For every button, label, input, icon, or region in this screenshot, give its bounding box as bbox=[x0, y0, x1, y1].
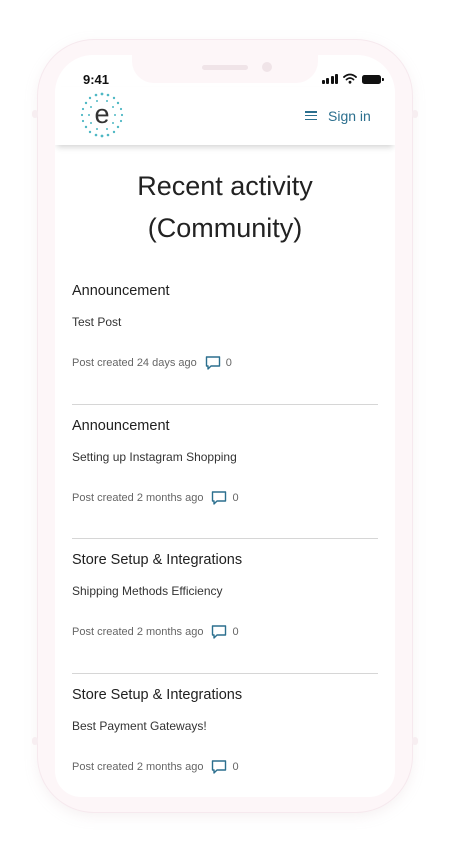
comment-count: 0 bbox=[232, 760, 239, 773]
speaker bbox=[202, 65, 248, 70]
post-category[interactable]: Announcement bbox=[72, 418, 170, 434]
hamburger-icon[interactable] bbox=[305, 111, 317, 120]
logo[interactable]: e bbox=[77, 90, 127, 140]
post-category[interactable]: Store Setup & Integrations bbox=[72, 552, 242, 568]
post-category[interactable]: Announcement bbox=[72, 283, 170, 299]
camera bbox=[262, 62, 272, 72]
sign-in-link[interactable]: Sign in bbox=[328, 108, 371, 124]
phone-screen: 9:41 e Sign in Recent activity (Communit… bbox=[55, 55, 395, 797]
phone-side-button bbox=[32, 110, 38, 118]
phone-side-button bbox=[412, 110, 418, 118]
battery-icon bbox=[362, 75, 384, 84]
wifi-icon bbox=[343, 73, 357, 84]
status-time: 9:41 bbox=[83, 72, 110, 87]
post-created-text: Post created 2 months ago bbox=[72, 626, 204, 638]
post-meta: Post created 2 months ago 0 bbox=[72, 624, 239, 640]
logo-letter: e bbox=[94, 99, 109, 129]
post-category[interactable]: Store Setup & Integrations bbox=[72, 687, 242, 703]
post-created-text: Post created 2 months ago bbox=[72, 491, 204, 504]
post-meta: Post created 2 months ago 0 bbox=[72, 490, 239, 506]
post-item[interactable]: Announcement Test Post Post created 24 d… bbox=[72, 270, 378, 405]
post-meta: Post created 24 days ago 0 bbox=[72, 355, 232, 371]
post-item[interactable]: Store Setup & Integrations Best Payment … bbox=[72, 674, 378, 798]
comment-count: 0 bbox=[232, 491, 239, 504]
phone-side-button bbox=[32, 737, 38, 745]
post-title[interactable]: Setting up Instagram Shopping bbox=[72, 450, 237, 464]
page-title-line-1: Recent activity bbox=[137, 171, 313, 201]
post-title[interactable]: Shipping Methods Efficiency bbox=[72, 584, 223, 598]
post-item[interactable]: Announcement Setting up Instagram Shoppi… bbox=[72, 405, 378, 539]
signal-icon bbox=[321, 74, 338, 84]
post-created-text: Post created 2 months ago bbox=[72, 760, 204, 773]
comment-count: 0 bbox=[225, 357, 232, 369]
site-header: e Sign in bbox=[55, 87, 395, 145]
status-icons bbox=[321, 73, 384, 84]
post-title[interactable]: Best Payment Gateways! bbox=[72, 719, 207, 733]
post-title[interactable]: Test Post bbox=[72, 315, 121, 329]
comment-icon[interactable] bbox=[211, 624, 227, 640]
post-item[interactable]: Store Setup & Integrations Shipping Meth… bbox=[72, 539, 378, 674]
notch bbox=[132, 55, 318, 83]
post-meta: Post created 2 months ago 0 bbox=[72, 759, 239, 775]
comment-count: 0 bbox=[232, 626, 239, 638]
activity-feed: Announcement Test Post Post created 24 d… bbox=[72, 270, 378, 797]
page-title: Recent activity (Community) bbox=[55, 165, 395, 249]
page-title-line-2: (Community) bbox=[147, 213, 303, 243]
comment-icon[interactable] bbox=[211, 759, 227, 775]
phone-side-button bbox=[412, 737, 418, 745]
comment-icon[interactable] bbox=[205, 355, 221, 371]
post-created-text: Post created 24 days ago bbox=[72, 357, 197, 369]
comment-icon[interactable] bbox=[211, 490, 227, 506]
